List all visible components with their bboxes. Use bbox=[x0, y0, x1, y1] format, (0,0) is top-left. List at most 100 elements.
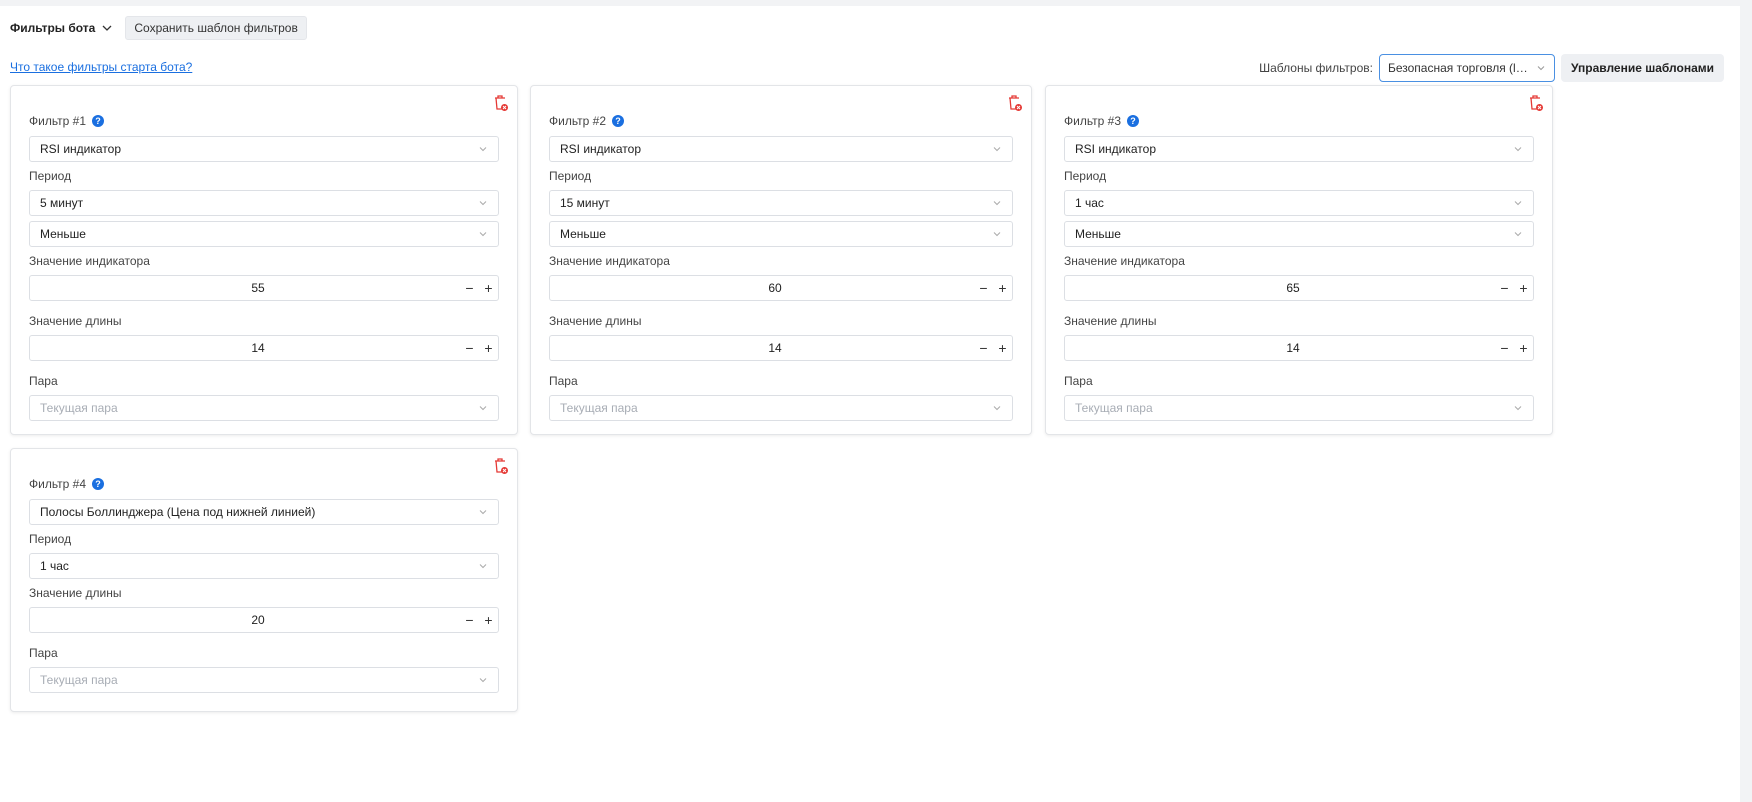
filter-type-select[interactable]: RSI индикатор bbox=[1064, 136, 1534, 162]
filter-title: Фильтр #4? bbox=[29, 477, 104, 491]
indicator-value-label: Значение индикатора bbox=[29, 254, 150, 268]
chevron-down-icon bbox=[1514, 232, 1522, 237]
save-template-button[interactable]: Сохранить шаблон фильтров bbox=[125, 16, 307, 40]
pair-placeholder: Текущая пара bbox=[40, 401, 118, 415]
help-icon[interactable]: ? bbox=[92, 115, 104, 127]
period-select[interactable]: 1 час bbox=[1064, 190, 1534, 216]
chevron-down-icon bbox=[993, 232, 1001, 237]
length-value: 14 bbox=[1286, 341, 1300, 355]
chevron-down-icon bbox=[1537, 66, 1545, 71]
chevron-down-icon bbox=[1514, 147, 1522, 152]
filter-card-1: Фильтр #1? RSI индикатор Период 5 минут … bbox=[10, 85, 518, 435]
filters-help-link[interactable]: Что такое фильтры старта бота? bbox=[10, 60, 192, 74]
condition-value: Меньше bbox=[1075, 227, 1121, 241]
period-value: 1 час bbox=[1075, 196, 1104, 210]
period-select[interactable]: 1 час bbox=[29, 553, 499, 579]
filter-type-value: RSI индикатор bbox=[40, 142, 122, 156]
filter-title-text: Фильтр #2 bbox=[549, 114, 606, 128]
chevron-down-icon bbox=[479, 678, 487, 683]
delete-filter-icon[interactable] bbox=[1007, 94, 1023, 112]
increment-button[interactable]: + bbox=[484, 281, 492, 295]
decrement-button[interactable]: − bbox=[979, 281, 987, 295]
chevron-down-icon bbox=[479, 406, 487, 411]
templates-select-value: Безопасная торговля (lo... bbox=[1387, 61, 1528, 75]
length-value: 14 bbox=[768, 341, 782, 355]
chevron-down-icon bbox=[479, 510, 487, 515]
filter-title-text: Фильтр #4 bbox=[29, 477, 86, 491]
length-value: 20 bbox=[251, 613, 265, 627]
filter-card-2: Фильтр #2? RSI индикатор Период 15 минут… bbox=[530, 85, 1032, 435]
filter-type-select[interactable]: RSI индикатор bbox=[29, 136, 499, 162]
pair-select[interactable]: Текущая пара bbox=[1064, 395, 1534, 421]
help-icon[interactable]: ? bbox=[612, 115, 624, 127]
filter-title: Фильтр #3? bbox=[1064, 114, 1139, 128]
pair-placeholder: Текущая пара bbox=[560, 401, 638, 415]
length-value-stepper[interactable]: 14 − + bbox=[549, 335, 1013, 361]
condition-value: Меньше bbox=[560, 227, 606, 241]
increment-button[interactable]: + bbox=[1519, 341, 1527, 355]
templates-select[interactable]: Безопасная торговля (lo... bbox=[1378, 54, 1555, 82]
decrement-button[interactable]: − bbox=[979, 341, 987, 355]
pair-placeholder: Текущая пара bbox=[1075, 401, 1153, 415]
pair-select[interactable]: Текущая пара bbox=[549, 395, 1013, 421]
condition-select[interactable]: Меньше bbox=[1064, 221, 1534, 247]
decrement-button[interactable]: − bbox=[465, 613, 473, 627]
length-value-label: Значение длины bbox=[549, 314, 642, 328]
period-value: 15 минут bbox=[560, 196, 610, 210]
increment-button[interactable]: + bbox=[1519, 281, 1527, 295]
delete-filter-icon[interactable] bbox=[493, 94, 509, 112]
indicator-value-label: Значение индикатора bbox=[1064, 254, 1185, 268]
indicator-value: 60 bbox=[768, 281, 782, 295]
manage-templates-button[interactable]: Управление шаблонами bbox=[1560, 54, 1724, 82]
pair-label: Пара bbox=[29, 646, 58, 660]
length-value-label: Значение длины bbox=[29, 586, 122, 600]
period-select[interactable]: 5 минут bbox=[29, 190, 499, 216]
decrement-button[interactable]: − bbox=[465, 341, 473, 355]
length-value-stepper[interactable]: 14 − + bbox=[1064, 335, 1534, 361]
increment-button[interactable]: + bbox=[998, 281, 1006, 295]
filter-type-value: RSI индикатор bbox=[560, 142, 642, 156]
increment-button[interactable]: + bbox=[484, 613, 492, 627]
chevron-down-icon bbox=[479, 147, 487, 152]
filter-card-3: Фильтр #3? RSI индикатор Период 1 час Ме… bbox=[1045, 85, 1553, 435]
indicator-value-stepper[interactable]: 60 − + bbox=[549, 275, 1013, 301]
help-icon[interactable]: ? bbox=[92, 478, 104, 490]
chevron-down-icon bbox=[993, 147, 1001, 152]
condition-select[interactable]: Меньше bbox=[29, 221, 499, 247]
help-icon[interactable]: ? bbox=[1127, 115, 1139, 127]
increment-button[interactable]: + bbox=[998, 341, 1006, 355]
period-label: Период bbox=[29, 169, 72, 183]
chevron-down-icon[interactable] bbox=[101, 22, 113, 34]
pair-placeholder: Текущая пара bbox=[40, 673, 118, 687]
period-label: Период bbox=[29, 532, 72, 546]
filter-type-select[interactable]: Полосы Боллинджера (Цена под нижней лини… bbox=[29, 499, 499, 525]
chevron-down-icon bbox=[993, 406, 1001, 411]
length-value-stepper[interactable]: 14 − + bbox=[29, 335, 499, 361]
filter-title-text: Фильтр #1 bbox=[29, 114, 86, 128]
filter-type-value: RSI индикатор bbox=[1075, 142, 1157, 156]
chevron-down-icon bbox=[479, 201, 487, 206]
increment-button[interactable]: + bbox=[484, 341, 492, 355]
condition-select[interactable]: Меньше bbox=[549, 221, 1013, 247]
indicator-value-stepper[interactable]: 65 − + bbox=[1064, 275, 1534, 301]
delete-filter-icon[interactable] bbox=[493, 457, 509, 475]
pair-select[interactable]: Текущая пара bbox=[29, 395, 499, 421]
templates-row: Шаблоны фильтров: Безопасная торговля (l… bbox=[1259, 54, 1724, 82]
length-value-stepper[interactable]: 20 − + bbox=[29, 607, 499, 633]
indicator-value: 65 bbox=[1286, 281, 1300, 295]
period-value: 5 минут bbox=[40, 196, 84, 210]
period-select[interactable]: 15 минут bbox=[549, 190, 1013, 216]
delete-filter-icon[interactable] bbox=[1528, 94, 1544, 112]
filters-header: Фильтры бота Сохранить шаблон фильтров bbox=[10, 16, 307, 40]
chevron-down-icon bbox=[479, 232, 487, 237]
pair-select[interactable]: Текущая пара bbox=[29, 667, 499, 693]
decrement-button[interactable]: − bbox=[465, 281, 473, 295]
filter-title-text: Фильтр #3 bbox=[1064, 114, 1121, 128]
indicator-value-stepper[interactable]: 55 − + bbox=[29, 275, 499, 301]
filter-type-select[interactable]: RSI индикатор bbox=[549, 136, 1013, 162]
filter-type-value: Полосы Боллинджера (Цена под нижней лини… bbox=[40, 505, 316, 519]
chevron-down-icon bbox=[1514, 406, 1522, 411]
decrement-button[interactable]: − bbox=[1500, 341, 1508, 355]
decrement-button[interactable]: − bbox=[1500, 281, 1508, 295]
pair-label: Пара bbox=[549, 374, 578, 388]
